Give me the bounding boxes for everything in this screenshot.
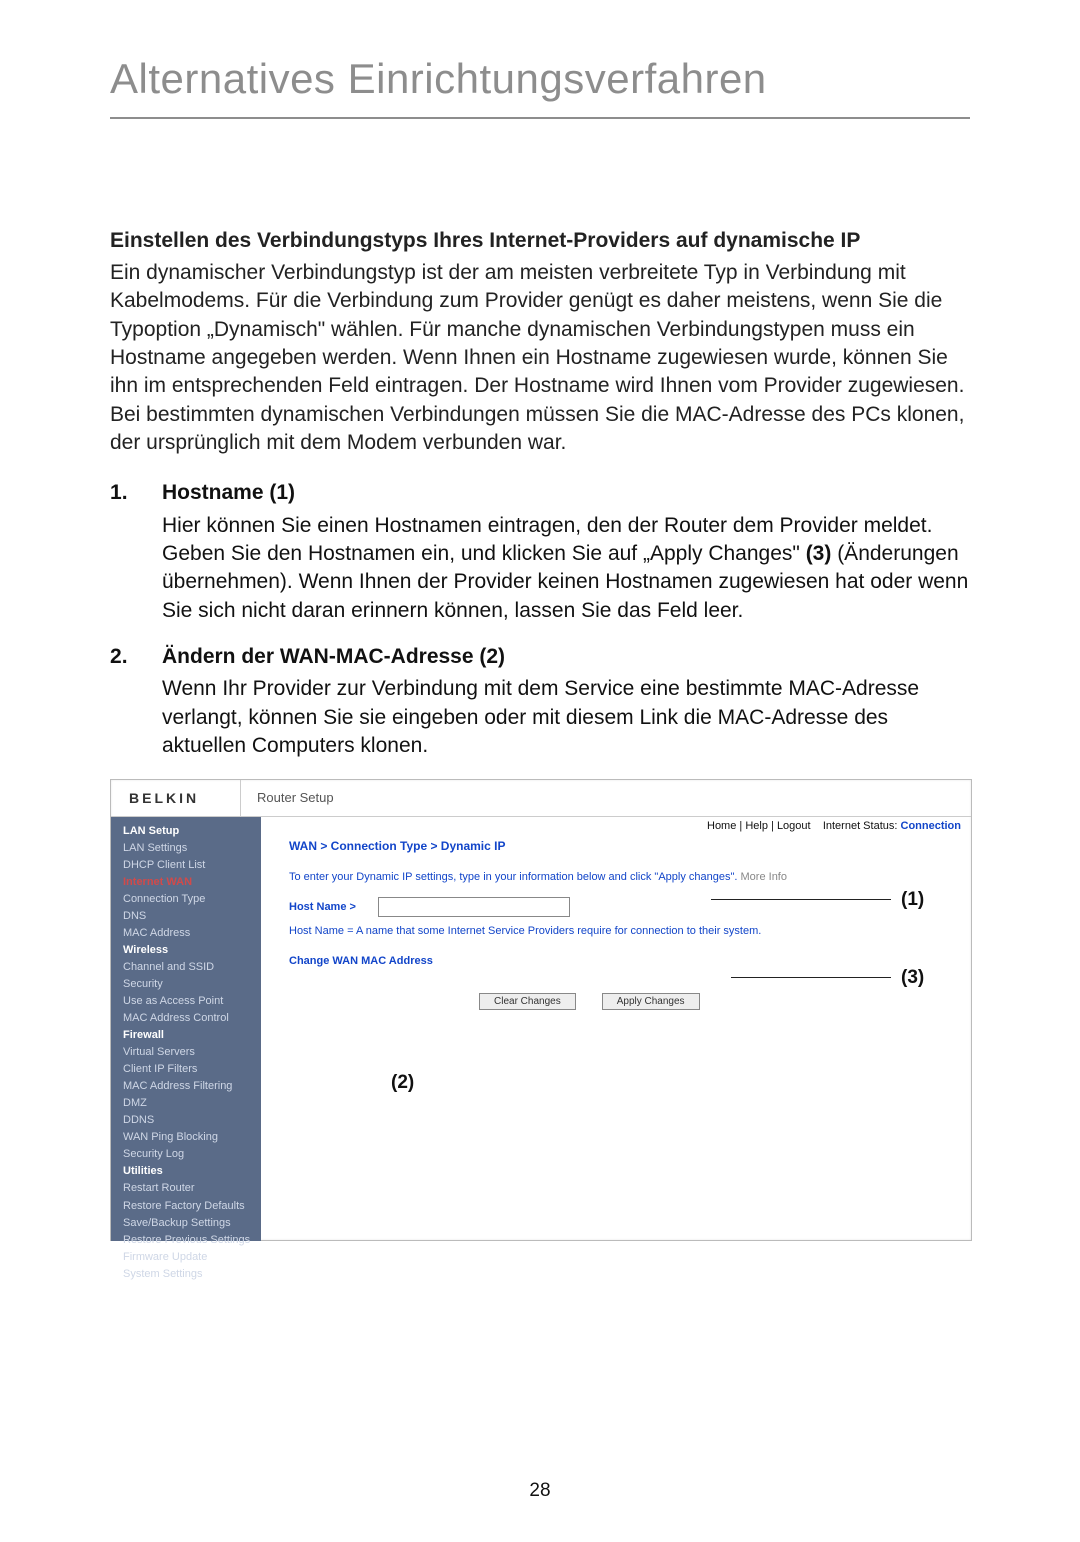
sidebar-item[interactable]: WAN Ping Blocking [123, 1129, 261, 1146]
sidebar-item[interactable]: MAC Address Filtering [123, 1078, 261, 1095]
section-heading: Einstellen des Verbindungstyps Ihres Int… [110, 229, 970, 253]
sidebar-item[interactable]: Restart Router [123, 1180, 261, 1197]
sidebar-item[interactable]: MAC Address [123, 925, 261, 942]
list-item-1-body: Hier können Sie einen Hostnamen eintrage… [162, 512, 970, 625]
list-item-1: Hostname (1) Hier können Sie einen Hostn… [110, 479, 970, 625]
sidebar-item[interactable]: Restore Factory Defaults [123, 1198, 261, 1215]
sidebar-item[interactable]: Use as Access Point [123, 993, 261, 1010]
list-item-1-title: Hostname (1) [162, 479, 970, 507]
intro-paragraph: Ein dynamischer Verbindungstyp ist der a… [110, 259, 970, 457]
sidebar-header: Internet WAN [123, 874, 261, 891]
page-title: Alternatives Einrichtungsverfahren [110, 55, 970, 119]
sidebar-item[interactable]: Channel and SSID [123, 959, 261, 976]
sidebar-item[interactable]: Connection Type [123, 891, 261, 908]
callout-3: (3) [901, 967, 924, 989]
list-item-2-title: Ändern der WAN-MAC-Adresse (2) [162, 643, 970, 671]
sidebar-header: Firewall [123, 1027, 261, 1044]
sidebar-item[interactable]: Security [123, 976, 261, 993]
breadcrumb: WAN > Connection Type > Dynamic IP [289, 839, 943, 853]
sidebar: LAN SetupLAN SettingsDHCP Client ListInt… [111, 817, 261, 1241]
sidebar-item[interactable]: DDNS [123, 1112, 261, 1129]
instruction-text: To enter your Dynamic IP settings, type … [289, 871, 943, 883]
apply-changes-button[interactable]: Apply Changes [602, 993, 700, 1010]
sidebar-item[interactable]: MAC Address Control [123, 1010, 261, 1027]
callout-1: (1) [901, 889, 924, 911]
sidebar-item[interactable]: LAN Settings [123, 840, 261, 857]
router-screenshot: BELKIN Router Setup Home | Help | Logout… [110, 779, 972, 1241]
sidebar-header: Wireless [123, 942, 261, 959]
sidebar-header: LAN Setup [123, 823, 261, 840]
sidebar-item[interactable]: DNS [123, 908, 261, 925]
host-name-label: Host Name > [289, 901, 356, 913]
host-name-note: Host Name = A name that some Internet Se… [289, 925, 943, 937]
sidebar-header: Utilities [123, 1163, 261, 1180]
sidebar-item[interactable]: DHCP Client List [123, 857, 261, 874]
sidebar-item[interactable]: Restore Previous Settings [123, 1232, 261, 1249]
host-name-input[interactable] [378, 897, 570, 917]
more-info-link[interactable]: More Info [741, 871, 787, 883]
sidebar-item[interactable]: System Settings [123, 1266, 261, 1283]
logo: BELKIN [111, 780, 241, 816]
sidebar-item[interactable]: Virtual Servers [123, 1044, 261, 1061]
page-number: 28 [0, 1480, 1080, 1502]
sidebar-item[interactable]: DMZ [123, 1095, 261, 1112]
sidebar-item[interactable]: Client IP Filters [123, 1061, 261, 1078]
sidebar-item[interactable]: Save/Backup Settings [123, 1215, 261, 1232]
list-item-2-body: Wenn Ihr Provider zur Verbindung mit dem… [162, 675, 970, 760]
router-header: Router Setup [241, 790, 334, 805]
sidebar-item[interactable]: Firmware Update [123, 1249, 261, 1266]
callout-2: (2) [391, 1072, 414, 1094]
change-mac-link[interactable]: Change WAN MAC Address [289, 955, 943, 967]
sidebar-item[interactable]: Security Log [123, 1146, 261, 1163]
list-item-2: Ändern der WAN-MAC-Adresse (2) Wenn Ihr … [110, 643, 970, 760]
clear-changes-button[interactable]: Clear Changes [479, 993, 576, 1010]
